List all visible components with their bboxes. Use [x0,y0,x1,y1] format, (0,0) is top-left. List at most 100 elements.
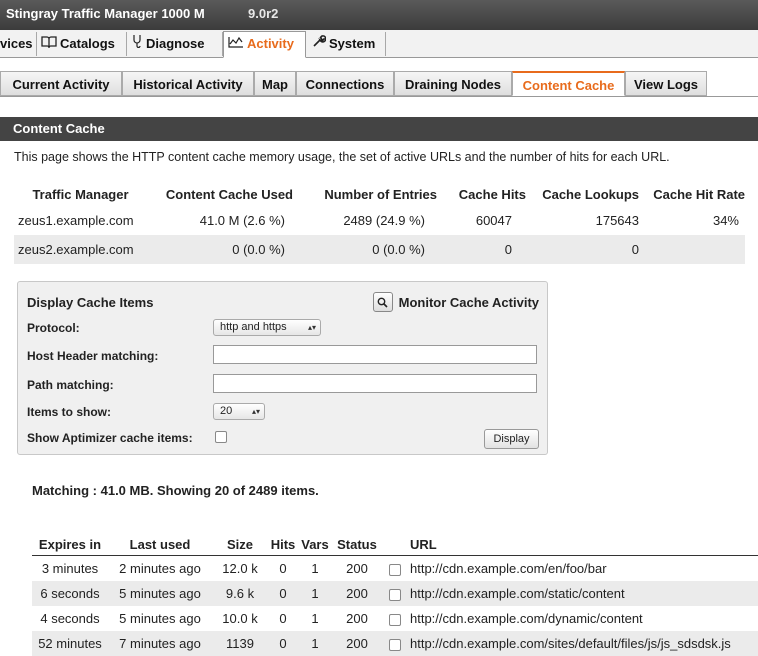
url-cell: http://cdn.example.com/sites/default/fil… [408,631,758,656]
table-cell: 3 minutes [41,561,99,576]
table-cell: 1 [298,581,332,606]
protocol-select[interactable]: http and https ▴▾ [213,319,321,336]
path-label: Path matching: [27,378,114,392]
column-header: URL [408,533,758,556]
row-select-cell [382,556,408,582]
row-checkbox[interactable] [389,638,401,651]
product-version: 9.0r2 [248,6,279,21]
main-tab-label: vices [0,36,33,51]
table-cell: 52 minutes [32,631,108,656]
table-row: zeus2.example.com 0 (0.0 %) 0 (0.0 %) 0 … [14,235,745,264]
url-cell: http://cdn.example.com/dynamic/content [410,611,643,626]
table-cell: 0 [437,235,526,264]
items-to-show-select[interactable]: 20 ▴▾ [213,403,265,420]
table-cell: 0 [279,561,287,576]
table-row: zeus1.example.com 41.0 M (2.6 %) 2489 (2… [14,206,745,235]
table-cell: 4 seconds [40,611,100,626]
table-cell: 0 (0.0 %) [293,235,437,264]
cache-stats-table: Traffic Manager Content Cache Used Numbe… [14,182,745,264]
sub-nav: Current Activity Historical Activity Map… [0,70,758,97]
row-select-cell [382,606,408,631]
subnav-divider [0,96,758,97]
main-tab-label: System [329,36,376,51]
row-select-cell [382,581,408,606]
wrench-icon [312,32,327,56]
tab-historical-activity[interactable]: Historical Activity [122,71,254,96]
table-cell: 9.6 k [212,581,268,606]
path-input[interactable] [213,374,537,393]
product-title: Stingray Traffic Manager 1000 M [6,6,205,21]
row-checkbox[interactable] [389,563,401,576]
table-cell: 200 [332,631,382,656]
chevron-updown-icon: ▴▾ [307,323,316,332]
table-row: 4 seconds 5 minutes ago 10.0 k 0 1 200 h… [32,606,758,631]
column-header: Size [212,533,268,556]
table-cell: 5 minutes ago [108,581,212,606]
table-cell: 41.0 M (2.6 %) [199,213,285,228]
protocol-value: http and https [220,321,287,333]
main-tab-activity[interactable]: Activity [223,31,306,58]
tab-connections[interactable]: Connections [296,71,394,96]
aptimizer-checkbox[interactable] [215,431,227,443]
tab-map[interactable]: Map [254,71,296,96]
main-tab-services[interactable]: vices [0,32,37,56]
main-tab-label: Activity [247,36,294,51]
panel-title: Display Cache Items [27,295,154,310]
display-cache-panel: Display Cache Items Monitor Cache Activi… [17,281,548,455]
main-tab-label: Diagnose [146,36,205,51]
table-cell: 200 [346,561,368,576]
table-row: 52 minutes 7 minutes ago 1139 0 1 200 ht… [32,631,758,656]
table-cell: 200 [346,611,368,626]
column-header: Status [332,533,382,556]
row-checkbox[interactable] [389,588,401,601]
tab-view-logs[interactable]: View Logs [625,71,707,96]
table-cell: 0 [268,581,298,606]
column-header: Hits [268,533,298,556]
column-header: Last used [108,533,212,556]
main-tab-label: Catalogs [60,36,115,51]
table-row: 3 minutes 2 minutes ago 12.0 k 0 1 200 h… [32,556,758,582]
main-nav: vices Catalogs Diagnose Activity System [0,30,758,58]
section-title: Content Cache [13,121,105,136]
url-cell: http://cdn.example.com/en/foo/bar [410,561,607,576]
column-header: Cache Hit Rate [653,186,745,202]
tab-current-activity[interactable]: Current Activity [0,71,122,96]
chart-icon [228,32,244,56]
monitor-label: Monitor Cache Activity [398,294,539,310]
table-cell: 200 [332,581,382,606]
monitor-cache-activity-button[interactable]: Monitor Cache Activity [372,292,539,312]
aptimizer-label: Show Aptimizer cache items: [27,431,193,445]
column-header: Content Cache Used [165,186,293,202]
table-header-row: Expires in Last used Size Hits Vars Stat… [32,533,758,556]
column-header: Expires in [32,533,108,556]
display-button[interactable]: Display [484,429,539,449]
tab-draining-nodes[interactable]: Draining Nodes [394,71,512,96]
table-cell: 0 [279,611,287,626]
row-select-cell [382,631,408,656]
table-cell: zeus2.example.com [14,235,147,264]
table-cell: 2489 (24.9 %) [343,213,425,228]
table-cell: 1 [298,631,332,656]
row-checkbox[interactable] [389,613,401,626]
protocol-label: Protocol: [27,321,80,335]
main-tab-catalogs[interactable]: Catalogs [37,32,127,56]
table-cell: 0 (0.0 %) [147,235,293,264]
table-cell: 1 [311,561,319,576]
table-cell: 1139 [212,631,268,656]
host-header-input[interactable] [213,345,537,364]
matching-summary: Matching : 41.0 MB. Showing 20 of 2489 i… [32,483,319,498]
table-cell: 175643 [595,213,639,228]
host-header-label: Host Header matching: [27,349,159,363]
items-to-show-label: Items to show: [27,405,112,419]
section-header: Content Cache [0,117,758,141]
main-tab-diagnose[interactable]: Diagnose [127,32,223,56]
tab-content-cache[interactable]: Content Cache [512,71,625,96]
main-tab-system[interactable]: System [306,32,386,56]
stethoscope-icon [131,32,143,56]
intro-text: This page shows the HTTP content cache m… [14,150,670,164]
table-cell: 12.0 k [222,561,258,576]
table-cell: 0 [526,235,639,264]
table-row: 6 seconds 5 minutes ago 9.6 k 0 1 200 ht… [32,581,758,606]
cache-items-table: Expires in Last used Size Hits Vars Stat… [32,533,758,656]
table-cell: 7 minutes ago [108,631,212,656]
